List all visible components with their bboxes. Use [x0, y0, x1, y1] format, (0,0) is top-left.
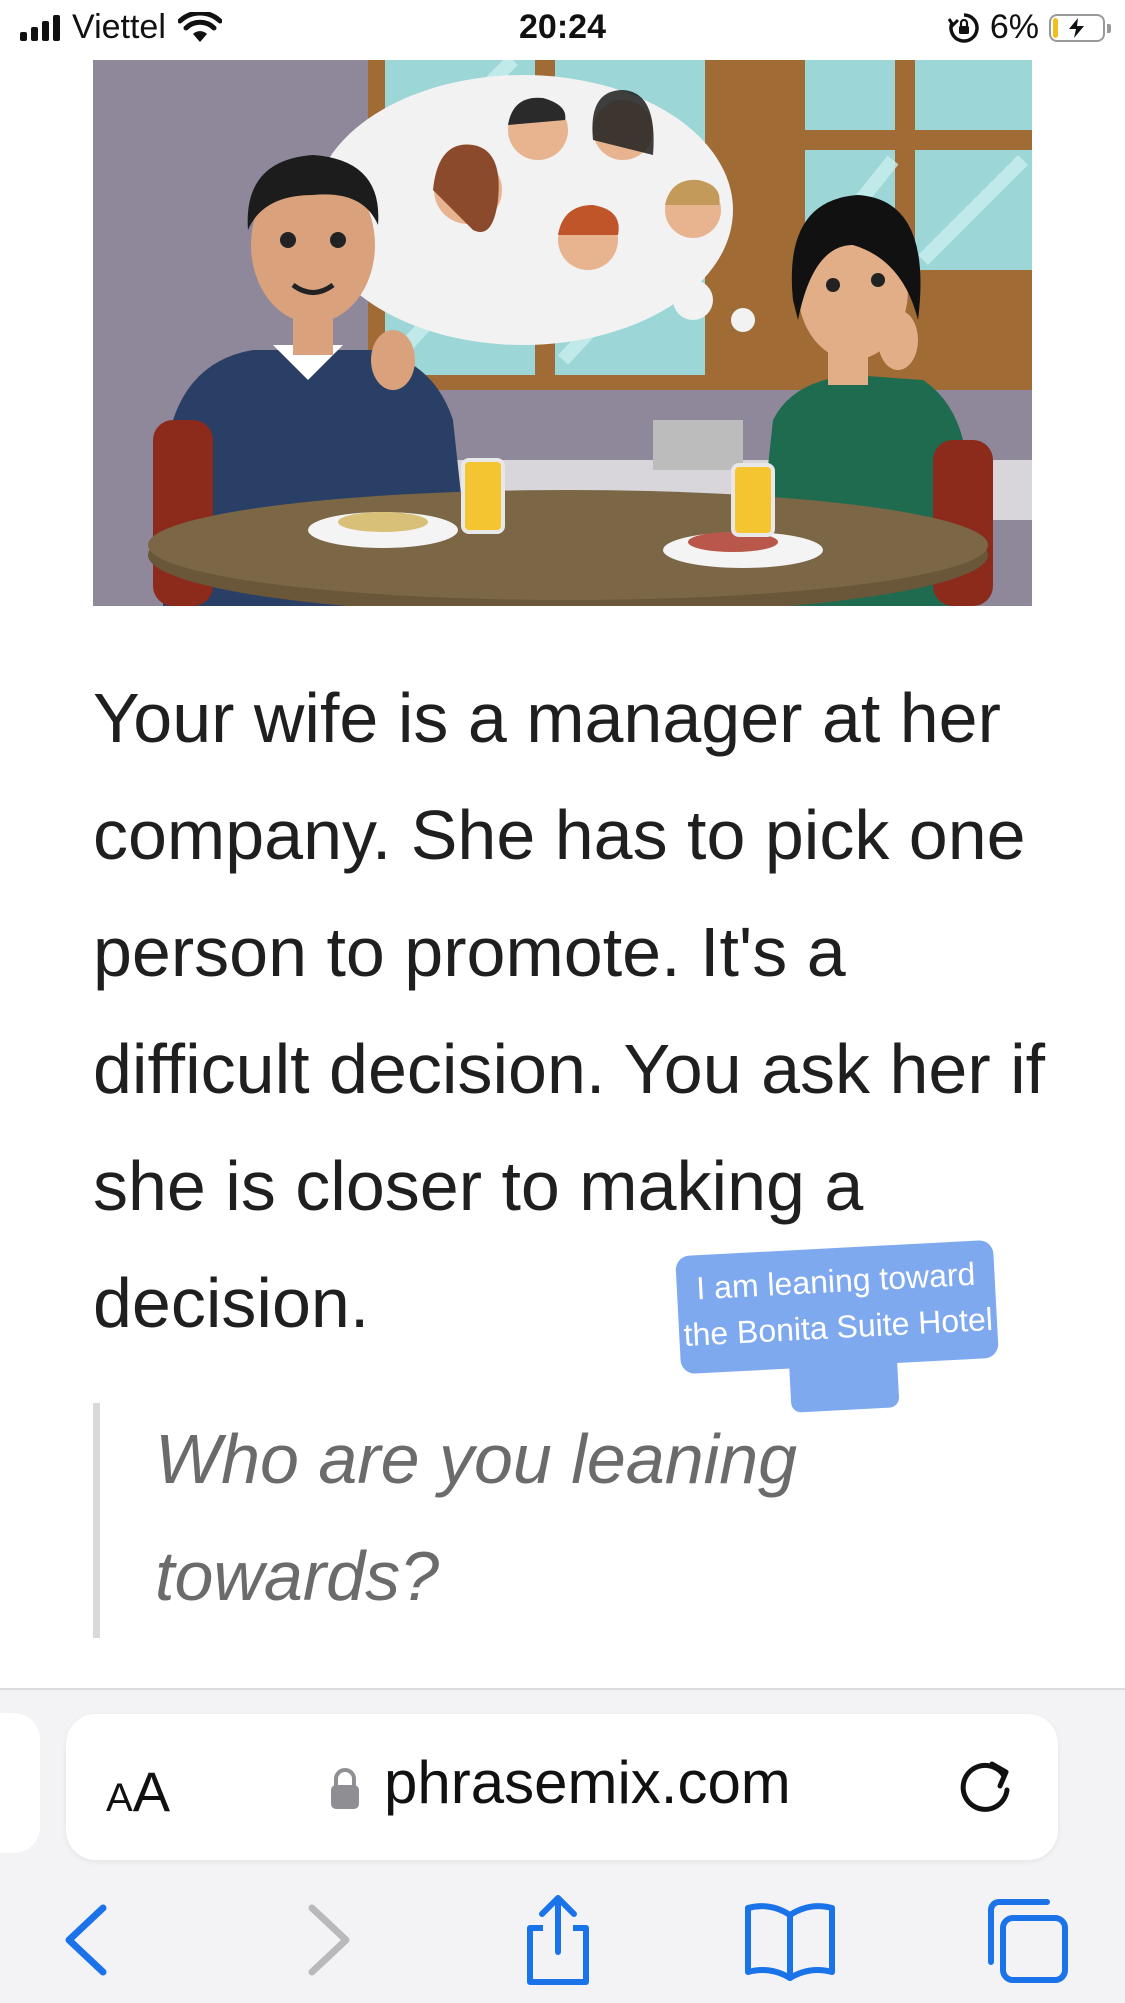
browser-toolbar: AA phrasemix.com	[0, 1688, 1125, 2003]
chevron-right-icon[interactable]	[278, 1890, 378, 1990]
battery-charging-icon	[1049, 13, 1111, 42]
share-icon[interactable]	[508, 1890, 608, 1990]
address-domain[interactable]: phrasemix.com	[384, 1748, 791, 1817]
article-illustration	[93, 60, 1032, 606]
chevron-left-icon[interactable]	[35, 1890, 135, 1990]
battery-percent: 6%	[989, 8, 1039, 46]
lock-icon	[331, 1768, 359, 1809]
translation-bubble-text: I am leaning toward the Bonita Suite Hot…	[682, 1255, 994, 1354]
text-size-large: A	[132, 1760, 171, 1823]
tabs-icon[interactable]	[975, 1890, 1075, 1990]
text-size-small: A	[106, 1776, 133, 1820]
book-icon[interactable]	[740, 1890, 840, 1990]
text-size-button[interactable]: AA	[106, 1759, 170, 1824]
status-right: 6%	[947, 8, 1111, 47]
previous-tab-pill[interactable]	[0, 1713, 40, 1853]
orientation-lock-icon	[947, 12, 979, 43]
reload-icon[interactable]	[952, 1754, 1018, 1820]
address-bar[interactable]: AA phrasemix.com	[66, 1714, 1058, 1860]
example-question: Who are you leaning towards?	[155, 1420, 798, 1615]
status-bar: Viettel 20:24 6%	[0, 0, 1125, 60]
browser-nav-bar	[0, 1890, 1125, 1990]
example-blockquote: Who are you leaning towards?	[93, 1403, 1055, 1638]
